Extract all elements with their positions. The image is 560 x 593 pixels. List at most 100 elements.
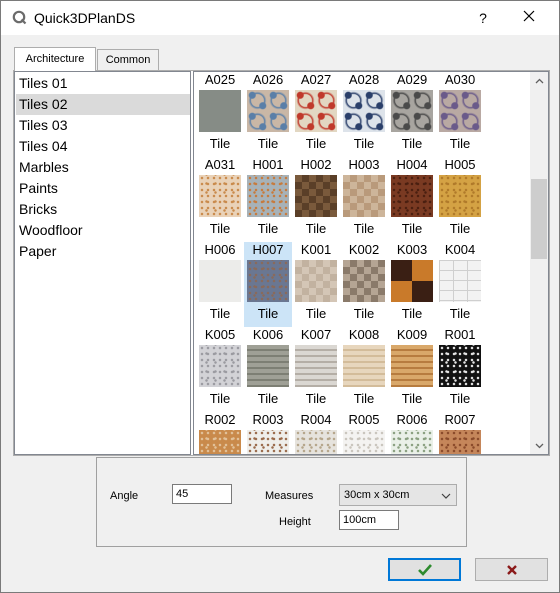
texture-code: H007 xyxy=(252,242,284,257)
texture-swatch xyxy=(199,430,241,454)
texture-code: K004 xyxy=(444,242,476,257)
texture-swatch xyxy=(391,175,433,217)
properties-panel: Angle Measures 30cm x 30cm Height xyxy=(96,457,467,547)
texture-item-r007[interactable]: R007 xyxy=(436,412,484,454)
texture-caption: Tile xyxy=(305,306,327,321)
category-item-marbles[interactable]: Marbles xyxy=(16,157,190,178)
texture-item-k009[interactable]: K009 Tile xyxy=(388,327,436,412)
texture-code: A025 xyxy=(204,72,236,87)
texture-code: K002 xyxy=(348,242,380,257)
scroll-down-button[interactable] xyxy=(530,437,548,454)
texture-swatch xyxy=(343,260,385,302)
texture-item-a029[interactable]: A029 Tile xyxy=(388,72,436,157)
category-item-tiles-02[interactable]: Tiles 02 xyxy=(16,94,190,115)
texture-item-a030[interactable]: A030 Tile xyxy=(436,72,484,157)
category-item-bricks[interactable]: Bricks xyxy=(16,199,190,220)
texture-caption: Tile xyxy=(449,306,471,321)
texture-item-a026[interactable]: A026 Tile xyxy=(244,72,292,157)
tab-common[interactable]: Common xyxy=(97,49,159,71)
texture-item-k002[interactable]: K002 Tile xyxy=(340,242,388,327)
texture-item-r005[interactable]: R005 xyxy=(340,412,388,454)
scroll-up-button[interactable] xyxy=(530,72,548,89)
category-item-paints[interactable]: Paints xyxy=(16,178,190,199)
texture-swatch xyxy=(439,175,481,217)
close-icon xyxy=(523,10,535,22)
texture-item-h007[interactable]: H007 Tile xyxy=(244,242,292,327)
texture-item-k003[interactable]: K003 Tile xyxy=(388,242,436,327)
texture-code: K005 xyxy=(204,327,236,342)
chevron-down-icon xyxy=(440,489,452,501)
category-item-tiles-04[interactable]: Tiles 04 xyxy=(16,136,190,157)
texture-swatch xyxy=(391,430,433,454)
texture-code: K007 xyxy=(300,327,332,342)
scrollbar-thumb[interactable] xyxy=(531,179,547,259)
texture-swatch xyxy=(295,260,337,302)
close-button[interactable] xyxy=(517,6,541,30)
check-icon xyxy=(417,563,432,576)
texture-item-a027[interactable]: A027 Tile xyxy=(292,72,340,157)
tab-architecture[interactable]: Architecture xyxy=(14,47,96,71)
texture-item-h004[interactable]: H004 Tile xyxy=(388,157,436,242)
vertical-scrollbar[interactable] xyxy=(530,72,548,454)
texture-item-h006[interactable]: H006 Tile xyxy=(196,242,244,327)
texture-caption: Tile xyxy=(353,391,375,406)
texture-caption: Tile xyxy=(305,391,327,406)
texture-caption: Tile xyxy=(401,391,423,406)
texture-caption: Tile xyxy=(449,221,471,236)
texture-code: A031 xyxy=(204,157,236,172)
texture-caption: Tile xyxy=(209,306,231,321)
texture-item-h003[interactable]: H003 Tile xyxy=(340,157,388,242)
category-item-paper[interactable]: Paper xyxy=(16,241,190,262)
category-item-woodfloor[interactable]: Woodfloor xyxy=(16,220,190,241)
category-item-tiles-01[interactable]: Tiles 01 xyxy=(16,73,190,94)
texture-swatch xyxy=(247,175,289,217)
ok-button[interactable] xyxy=(388,558,461,581)
texture-code: A026 xyxy=(252,72,284,87)
texture-caption: Tile xyxy=(449,391,471,406)
texture-item-h002[interactable]: H002 Tile xyxy=(292,157,340,242)
category-item-tiles-03[interactable]: Tiles 03 xyxy=(16,115,190,136)
texture-code: H005 xyxy=(444,157,476,172)
texture-caption: Tile xyxy=(257,306,279,321)
texture-item-k005[interactable]: K005 Tile xyxy=(196,327,244,412)
category-list[interactable]: Tiles 01 Tiles 02 Tiles 03 Tiles 04 Marb… xyxy=(14,71,191,455)
texture-code: K006 xyxy=(252,327,284,342)
texture-code: R003 xyxy=(252,412,284,427)
help-button[interactable]: ? xyxy=(471,6,495,30)
texture-item-r003[interactable]: R003 xyxy=(244,412,292,454)
measures-select[interactable]: 30cm x 30cm xyxy=(339,484,457,506)
cross-icon xyxy=(506,564,517,575)
texture-item-k007[interactable]: K007 Tile xyxy=(292,327,340,412)
texture-code: R005 xyxy=(348,412,380,427)
texture-item-a031[interactable]: A031 Tile xyxy=(196,157,244,242)
texture-item-k001[interactable]: K001 Tile xyxy=(292,242,340,327)
texture-code: R004 xyxy=(300,412,332,427)
texture-item-k004[interactable]: K004 Tile xyxy=(436,242,484,327)
texture-item-a025[interactable]: A025 Tile xyxy=(196,72,244,157)
texture-swatch xyxy=(439,430,481,454)
angle-input[interactable] xyxy=(172,484,232,504)
texture-item-k006[interactable]: K006 Tile xyxy=(244,327,292,412)
app-logo-icon xyxy=(12,10,27,25)
texture-item-a028[interactable]: A028 Tile xyxy=(340,72,388,157)
texture-item-r006[interactable]: R006 xyxy=(388,412,436,454)
texture-caption: Tile xyxy=(257,221,279,236)
texture-swatch xyxy=(295,430,337,454)
texture-code: R002 xyxy=(204,412,236,427)
height-input[interactable] xyxy=(339,510,399,530)
texture-code: K003 xyxy=(396,242,428,257)
texture-caption: Tile xyxy=(305,221,327,236)
cancel-button[interactable] xyxy=(475,558,548,581)
texture-item-r004[interactable]: R004 xyxy=(292,412,340,454)
texture-swatch xyxy=(247,260,289,302)
texture-item-r002[interactable]: R002 xyxy=(196,412,244,454)
texture-item-h001[interactable]: H001 Tile xyxy=(244,157,292,242)
texture-swatch xyxy=(391,345,433,387)
dialog-window: Quick3DPlanDS ? Architecture Common Tile… xyxy=(0,0,560,593)
texture-item-h005[interactable]: H005 Tile xyxy=(436,157,484,242)
texture-code: A028 xyxy=(348,72,380,87)
texture-code: K001 xyxy=(300,242,332,257)
texture-caption: Tile xyxy=(401,221,423,236)
texture-item-k008[interactable]: K008 Tile xyxy=(340,327,388,412)
texture-item-r001[interactable]: R001 Tile xyxy=(436,327,484,412)
